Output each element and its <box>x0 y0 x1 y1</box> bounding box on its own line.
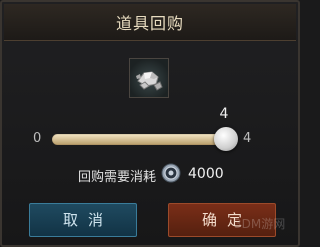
silver-coin-icon <box>161 163 181 183</box>
watermark-text: 3DM游网 <box>234 217 286 231</box>
dialog-title: 道具回购 <box>115 14 184 33</box>
quantity-value: 4 <box>219 106 229 122</box>
silver-ore-icon <box>129 58 169 98</box>
cost-amount: 4000 <box>188 166 224 182</box>
cancel-button[interactable]: 取消 <box>29 203 137 237</box>
quantity-slider-handle[interactable] <box>214 127 238 151</box>
buyback-dialog: 道具回购 4 0 4 回购需要消耗 4000 取消 确定 3DM游网 <box>0 0 300 247</box>
quantity-max-label: 4 <box>243 131 252 146</box>
quantity-slider-track[interactable] <box>52 134 228 145</box>
quantity-min-label: 0 <box>33 131 42 146</box>
cost-label: 回购需要消耗 <box>78 170 157 185</box>
